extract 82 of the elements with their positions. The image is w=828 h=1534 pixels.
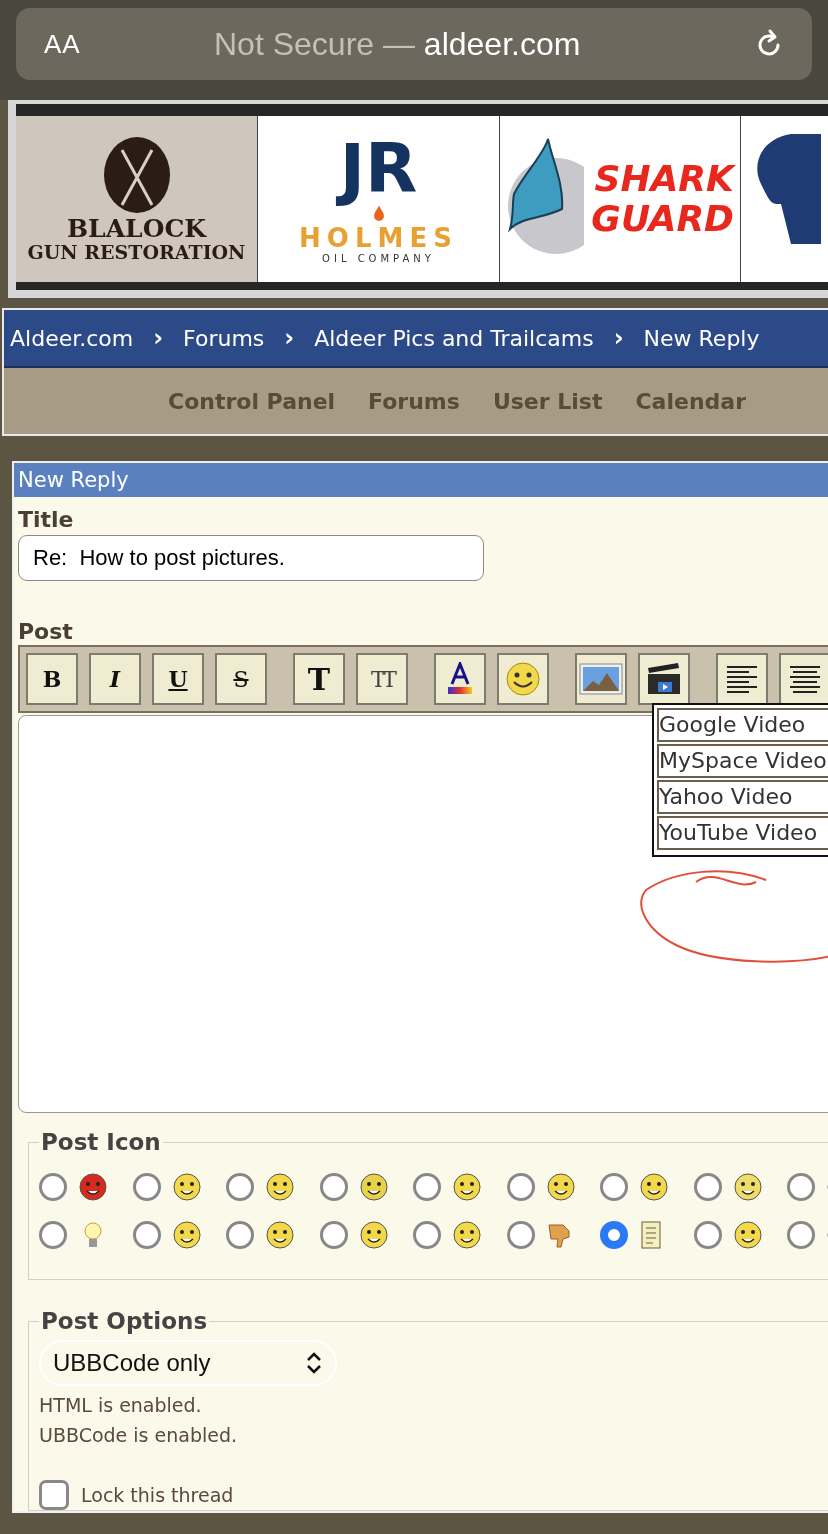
menu-item[interactable]: Yahoo Video [657,780,828,814]
ad-text: SHARK [594,159,734,199]
menu-item[interactable]: MySpace Video [657,744,828,778]
post-textarea[interactable] [18,715,828,1113]
breadcrumb-separator: › [612,324,625,352]
format-button[interactable]: TT [356,653,408,705]
radio-button[interactable] [787,1221,815,1249]
radio-button[interactable] [600,1221,628,1249]
radio-button[interactable] [226,1173,254,1201]
format-button[interactable]: U [152,653,204,705]
radio-button[interactable] [132,1173,161,1201]
radio-button[interactable] [693,1173,722,1201]
ad-text: OIL COMPANY [322,252,435,264]
image-icon[interactable] [575,653,627,705]
breadcrumb-separator: › [152,324,165,352]
smiley-icon [453,1173,481,1201]
radio-button[interactable] [413,1173,441,1201]
smiley-icon [733,1173,762,1201]
group-legend: Post Options [39,1308,210,1334]
radio-button[interactable] [319,1221,348,1249]
radio-button[interactable] [39,1221,67,1249]
ad-text: HOLMES [299,222,458,253]
status-note: UBBCode is enabled. [39,1424,239,1446]
group-legend: Post Icon [39,1129,163,1155]
address-bar[interactable]: AA Not Secure — aldeer.com [16,8,812,80]
post-label: Post [18,621,74,643]
video-icon[interactable] [638,653,690,705]
radio-button[interactable] [226,1221,254,1249]
title-input[interactable]: Re: How to post pictures. [18,535,484,581]
text-size-button[interactable]: AA [44,28,214,60]
smiley-icon [359,1221,388,1249]
radio-button[interactable] [693,1221,722,1249]
ad-banner[interactable]: JR HOLMES OIL COMPANY [258,116,500,282]
smiley-icon [640,1173,668,1201]
status-note: HTML is enabled. [39,1394,203,1416]
crossed-rifles-icon [101,134,172,215]
radio-button[interactable] [787,1173,815,1201]
breadcrumb-link[interactable]: Aldeer Pics and Trailcams [314,325,594,351]
radio-button[interactable] [506,1221,535,1249]
ad-banner[interactable]: BLALOCK GUN RESTORATION [16,116,258,282]
smiley-icon [453,1221,481,1249]
menu-item[interactable]: Google Video [657,708,828,742]
breadcrumb-separator: › [283,324,296,352]
document-icon [640,1221,662,1249]
smiley-icon [546,1173,575,1201]
breadcrumb-link[interactable]: New Reply [643,325,760,351]
markup-select[interactable]: UBBCode only [39,1340,337,1386]
panel-header: New Reply [14,463,828,497]
radio-button[interactable] [506,1173,535,1201]
radio-button[interactable] [319,1173,348,1201]
radio-button[interactable] [600,1173,628,1201]
smiley-icon [266,1221,294,1249]
breadcrumb-link[interactable]: Aldeer.com [10,325,134,351]
align-center-icon[interactable] [779,653,828,705]
smiley-icon [359,1173,388,1201]
oil-drop-icon [371,204,386,221]
smiley-icon [79,1173,107,1201]
smiley-icon [733,1221,762,1249]
format-button[interactable]: B [26,653,78,705]
ad-text: BLALOCK [66,214,207,243]
align-left-icon[interactable] [716,653,768,705]
smiley-icon [172,1173,201,1201]
checkbox-label: Lock this thread [81,1484,234,1506]
chevron-updown-icon [305,1351,323,1375]
smiley-icon[interactable] [497,653,549,705]
smiley-icon [266,1173,294,1201]
text-color-icon[interactable] [434,653,486,705]
title-label: Title [18,509,75,531]
radio-button[interactable] [132,1221,161,1249]
ad-banner[interactable]: SHARK GUARD [500,116,741,282]
radio-button[interactable] [39,1173,67,1201]
radio-button[interactable] [413,1221,441,1249]
url-text: Not Secure — aldeer.com [214,25,582,63]
ad-text: GUARD [591,199,734,239]
ad-text: GUN RESTORATION [27,242,246,264]
breadcrumb-link[interactable]: Forums [183,325,265,351]
smiley-icon [172,1221,201,1249]
menu-item[interactable]: YouTube Video [657,816,828,850]
format-button[interactable]: S [215,653,267,705]
format-button[interactable]: T [293,653,345,705]
format-button[interactable]: I [89,653,141,705]
checkbox[interactable] [39,1480,69,1510]
